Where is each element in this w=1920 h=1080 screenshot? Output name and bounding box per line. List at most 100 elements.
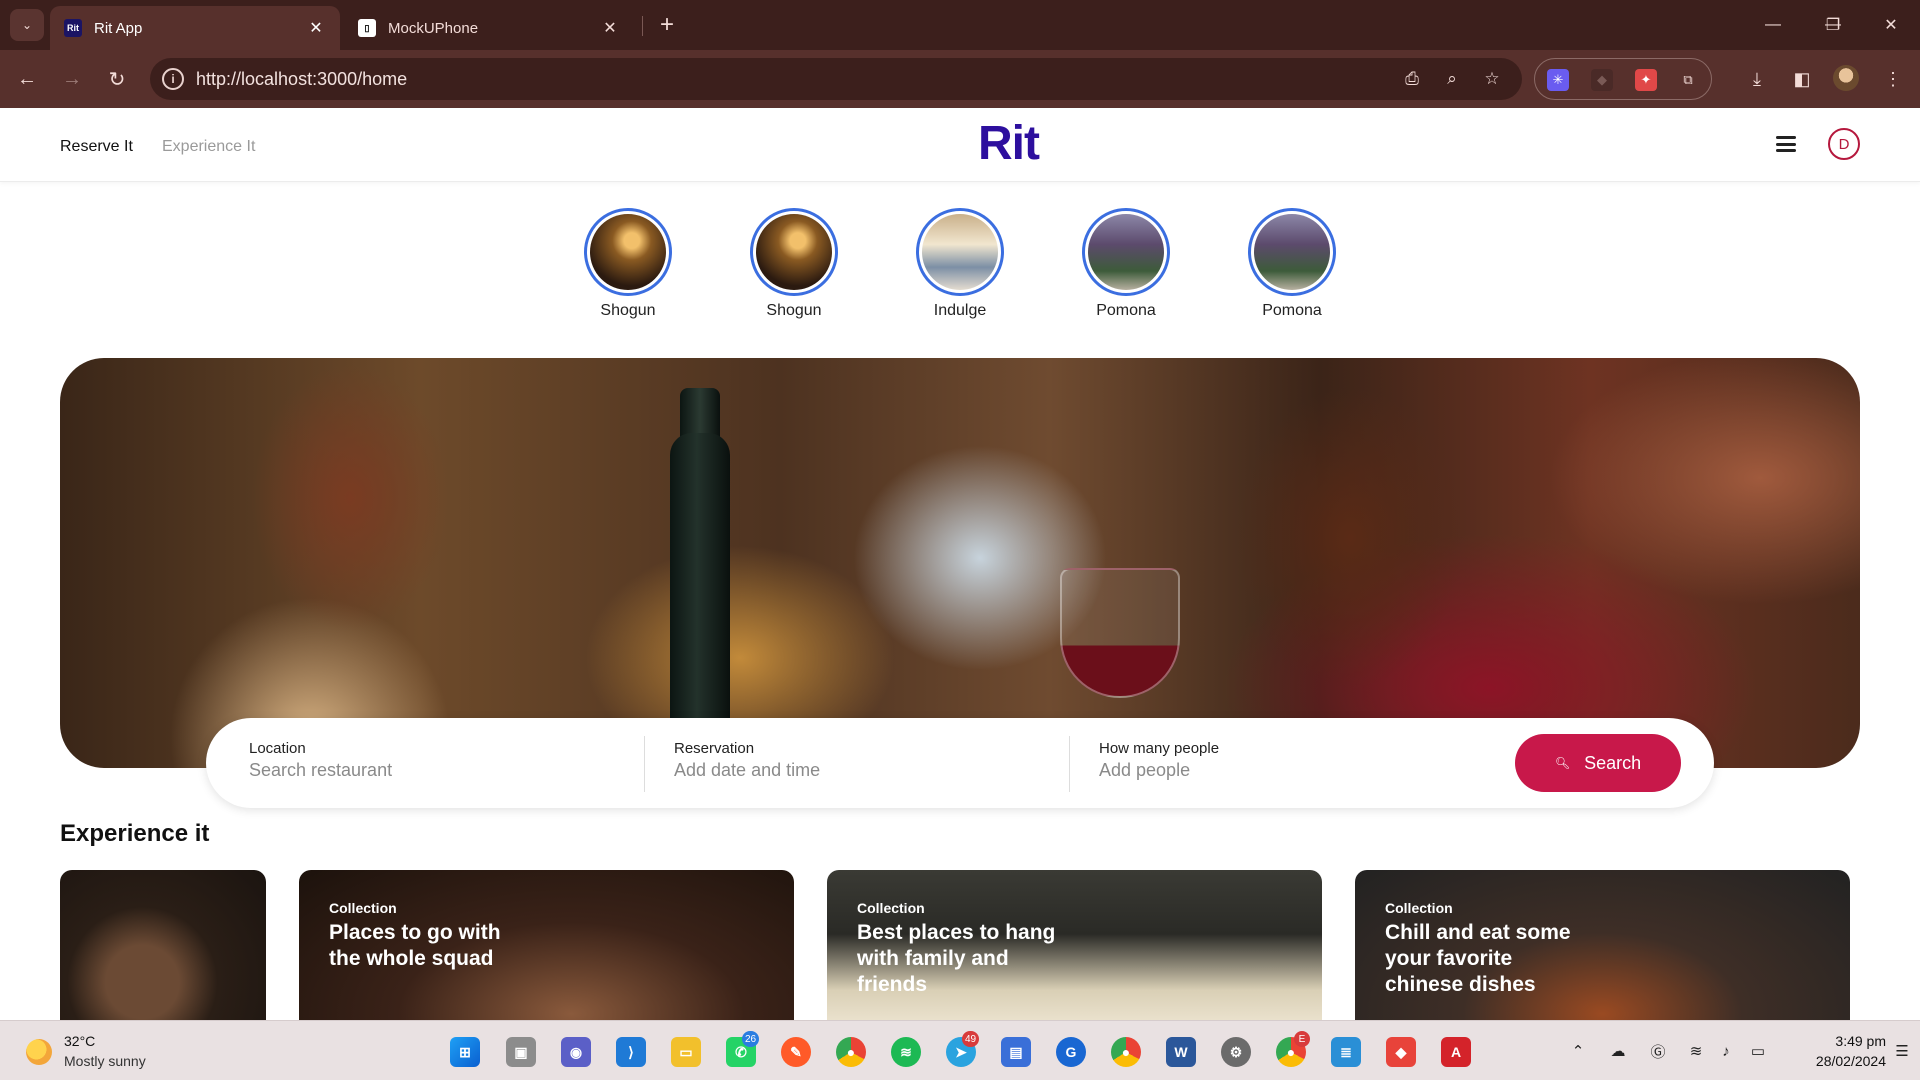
more-menu-icon[interactable]: ⋮ [1880, 66, 1906, 92]
location-input[interactable] [249, 760, 629, 781]
story-ring [1248, 208, 1336, 296]
task-view-icon[interactable]: ▣ [506, 1037, 536, 1067]
vscode-icon[interactable]: ⟩ [616, 1037, 646, 1067]
field-divider [644, 736, 645, 792]
story-item[interactable]: Pomona [1232, 208, 1352, 320]
card-kicker: Collection [1385, 900, 1453, 916]
tab-title: Rit App [94, 19, 143, 37]
close-window-button[interactable]: ✕ [1876, 12, 1906, 38]
extension-asterisk-icon[interactable]: ✳ [1547, 69, 1569, 91]
word-icon[interactable]: W [1166, 1037, 1196, 1067]
restore-button[interactable]: ❐ [1818, 12, 1848, 38]
user-avatar[interactable]: D [1828, 128, 1860, 160]
story-ring [916, 208, 1004, 296]
story-ring [750, 208, 838, 296]
forward-arrow-icon[interactable]: → [57, 64, 87, 94]
hamburger-menu-icon[interactable] [1776, 134, 1796, 154]
weather-description[interactable]: Mostly sunny [64, 1053, 146, 1069]
notepad-icon[interactable]: ≣ [1331, 1037, 1361, 1067]
teams-chat-icon[interactable]: ◉ [561, 1037, 591, 1067]
story-image [1088, 214, 1164, 290]
acrobat-icon[interactable]: A [1441, 1037, 1471, 1067]
notifications-icon[interactable]: ☰ [1892, 1041, 1912, 1061]
grammarly-tray-icon[interactable]: Ⓖ [1648, 1041, 1668, 1061]
location-field[interactable]: Location [249, 740, 629, 781]
tab-close-icon[interactable]: ✕ [306, 18, 326, 38]
story-item[interactable]: Pomona [1066, 208, 1186, 320]
new-tab-button[interactable]: + [652, 10, 682, 40]
nav-experience-it[interactable]: Experience It [162, 138, 255, 156]
file-explorer-icon[interactable]: ▭ [671, 1037, 701, 1067]
downloads-icon[interactable]: ⤓ [1744, 66, 1770, 92]
wine-bottle [670, 433, 730, 733]
profile-avatar-icon[interactable] [1833, 65, 1859, 91]
nav-reserve-it[interactable]: Reserve It [60, 138, 133, 156]
card-text: Collection Places to go with the whole s… [329, 900, 519, 972]
clock-time[interactable]: 3:49 pm [1816, 1033, 1886, 1049]
weather-sun-icon[interactable] [26, 1039, 52, 1065]
chrome-active-icon[interactable]: ● [1111, 1037, 1141, 1067]
experience-card[interactable]: Collection Chill and eat some your favor… [1355, 870, 1850, 1020]
tab-mockuphone[interactable]: ▯ MockUPhone ✕ [344, 6, 634, 50]
rit-logo[interactable]: Rit [978, 116, 1040, 171]
experience-card[interactable]: Collection Places to go with the whole s… [299, 870, 794, 1020]
extension-red-icon[interactable]: ✦ [1635, 69, 1657, 91]
settings-gear-icon[interactable]: ⚙ [1221, 1037, 1251, 1067]
people-input[interactable] [1099, 760, 1479, 781]
people-field[interactable]: How many people [1099, 740, 1479, 781]
reservation-input[interactable] [674, 760, 1054, 781]
reservation-search-bar: Location Reservation How many people 🔍︎ … [206, 718, 1714, 808]
telegram-badge: 49 [962, 1031, 980, 1047]
install-app-icon[interactable]: ⎙ [1400, 68, 1424, 90]
experience-section-title: Experience it [60, 820, 210, 847]
cloud-offline-icon[interactable]: ☁ [1608, 1041, 1628, 1061]
extension-hidden-icon[interactable]: ◆ [1591, 69, 1613, 91]
experience-card[interactable] [60, 870, 266, 1020]
url-text[interactable]: http://localhost:3000/home [196, 69, 407, 90]
story-image [590, 214, 666, 290]
zoom-icon[interactable]: ⌕ [1440, 68, 1464, 90]
story-label: Pomona [1262, 302, 1322, 319]
windows-start-icon[interactable]: ⊞ [450, 1037, 480, 1067]
back-arrow-icon[interactable]: ← [12, 64, 42, 94]
clock-date[interactable]: 28/02/2024 [1786, 1053, 1886, 1069]
search-icon: 🔍︎ [1554, 756, 1571, 770]
experience-card[interactable]: Collection Best places to hang with fami… [827, 870, 1322, 1020]
volume-icon[interactable]: ♪ [1716, 1041, 1736, 1061]
extensions-puzzle-icon[interactable]: ⧉ [1677, 69, 1699, 91]
chrome-profile-badge: E [1294, 1031, 1310, 1047]
battery-icon[interactable]: ▭ [1748, 1041, 1768, 1061]
spotify-icon[interactable]: ≋ [891, 1037, 921, 1067]
anydesk-icon[interactable]: ◆ [1386, 1037, 1416, 1067]
story-item[interactable]: Indulge [900, 208, 1020, 320]
postman-icon[interactable]: ✎ [781, 1037, 811, 1067]
remote-desktop-icon[interactable]: ▤ [1001, 1037, 1031, 1067]
story-item[interactable]: Shogun [734, 208, 854, 320]
rit-favicon-icon: Rit [64, 19, 82, 37]
windows-taskbar: 32°C Mostly sunny ⊞ ▣ ◉ ⟩ ▭ ✆ 26 ✎ ● ≋ ➤… [0, 1020, 1920, 1080]
weather-temperature[interactable]: 32°C [64, 1033, 95, 1049]
hero-image [60, 358, 1860, 768]
tab-search-button[interactable]: ⌄ [10, 9, 44, 41]
chrome-icon[interactable]: ● [836, 1037, 866, 1067]
reservation-field[interactable]: Reservation [674, 740, 1054, 781]
search-button[interactable]: 🔍︎ Search [1515, 734, 1681, 792]
grammarly-icon[interactable]: G [1056, 1037, 1086, 1067]
card-text: Collection Best places to hang with fami… [857, 900, 1057, 998]
card-title: Chill and eat some your favorite chinese… [1385, 921, 1571, 996]
minimize-button[interactable]: — [1758, 12, 1788, 38]
tab-separator [642, 16, 643, 36]
bookmark-star-icon[interactable]: ☆ [1480, 68, 1504, 90]
side-panel-icon[interactable]: ◧ [1789, 66, 1815, 92]
tab-rit-app[interactable]: Rit Rit App ✕ [50, 6, 340, 50]
story-item[interactable]: Shogun [568, 208, 688, 320]
tray-chevron-up-icon[interactable]: ⌃ [1568, 1041, 1588, 1061]
mockuphone-favicon-icon: ▯ [358, 19, 376, 37]
site-info-icon[interactable]: i [162, 68, 184, 90]
wine-glass [1060, 568, 1180, 698]
reload-icon[interactable]: ↻ [102, 64, 132, 94]
wifi-icon[interactable]: ≋ [1686, 1041, 1706, 1061]
address-bar[interactable]: i http://localhost:3000/home ⎙ ⌕ ☆ [150, 58, 1522, 100]
tab-close-icon[interactable]: ✕ [600, 18, 620, 38]
whatsapp-badge: 26 [742, 1031, 760, 1047]
